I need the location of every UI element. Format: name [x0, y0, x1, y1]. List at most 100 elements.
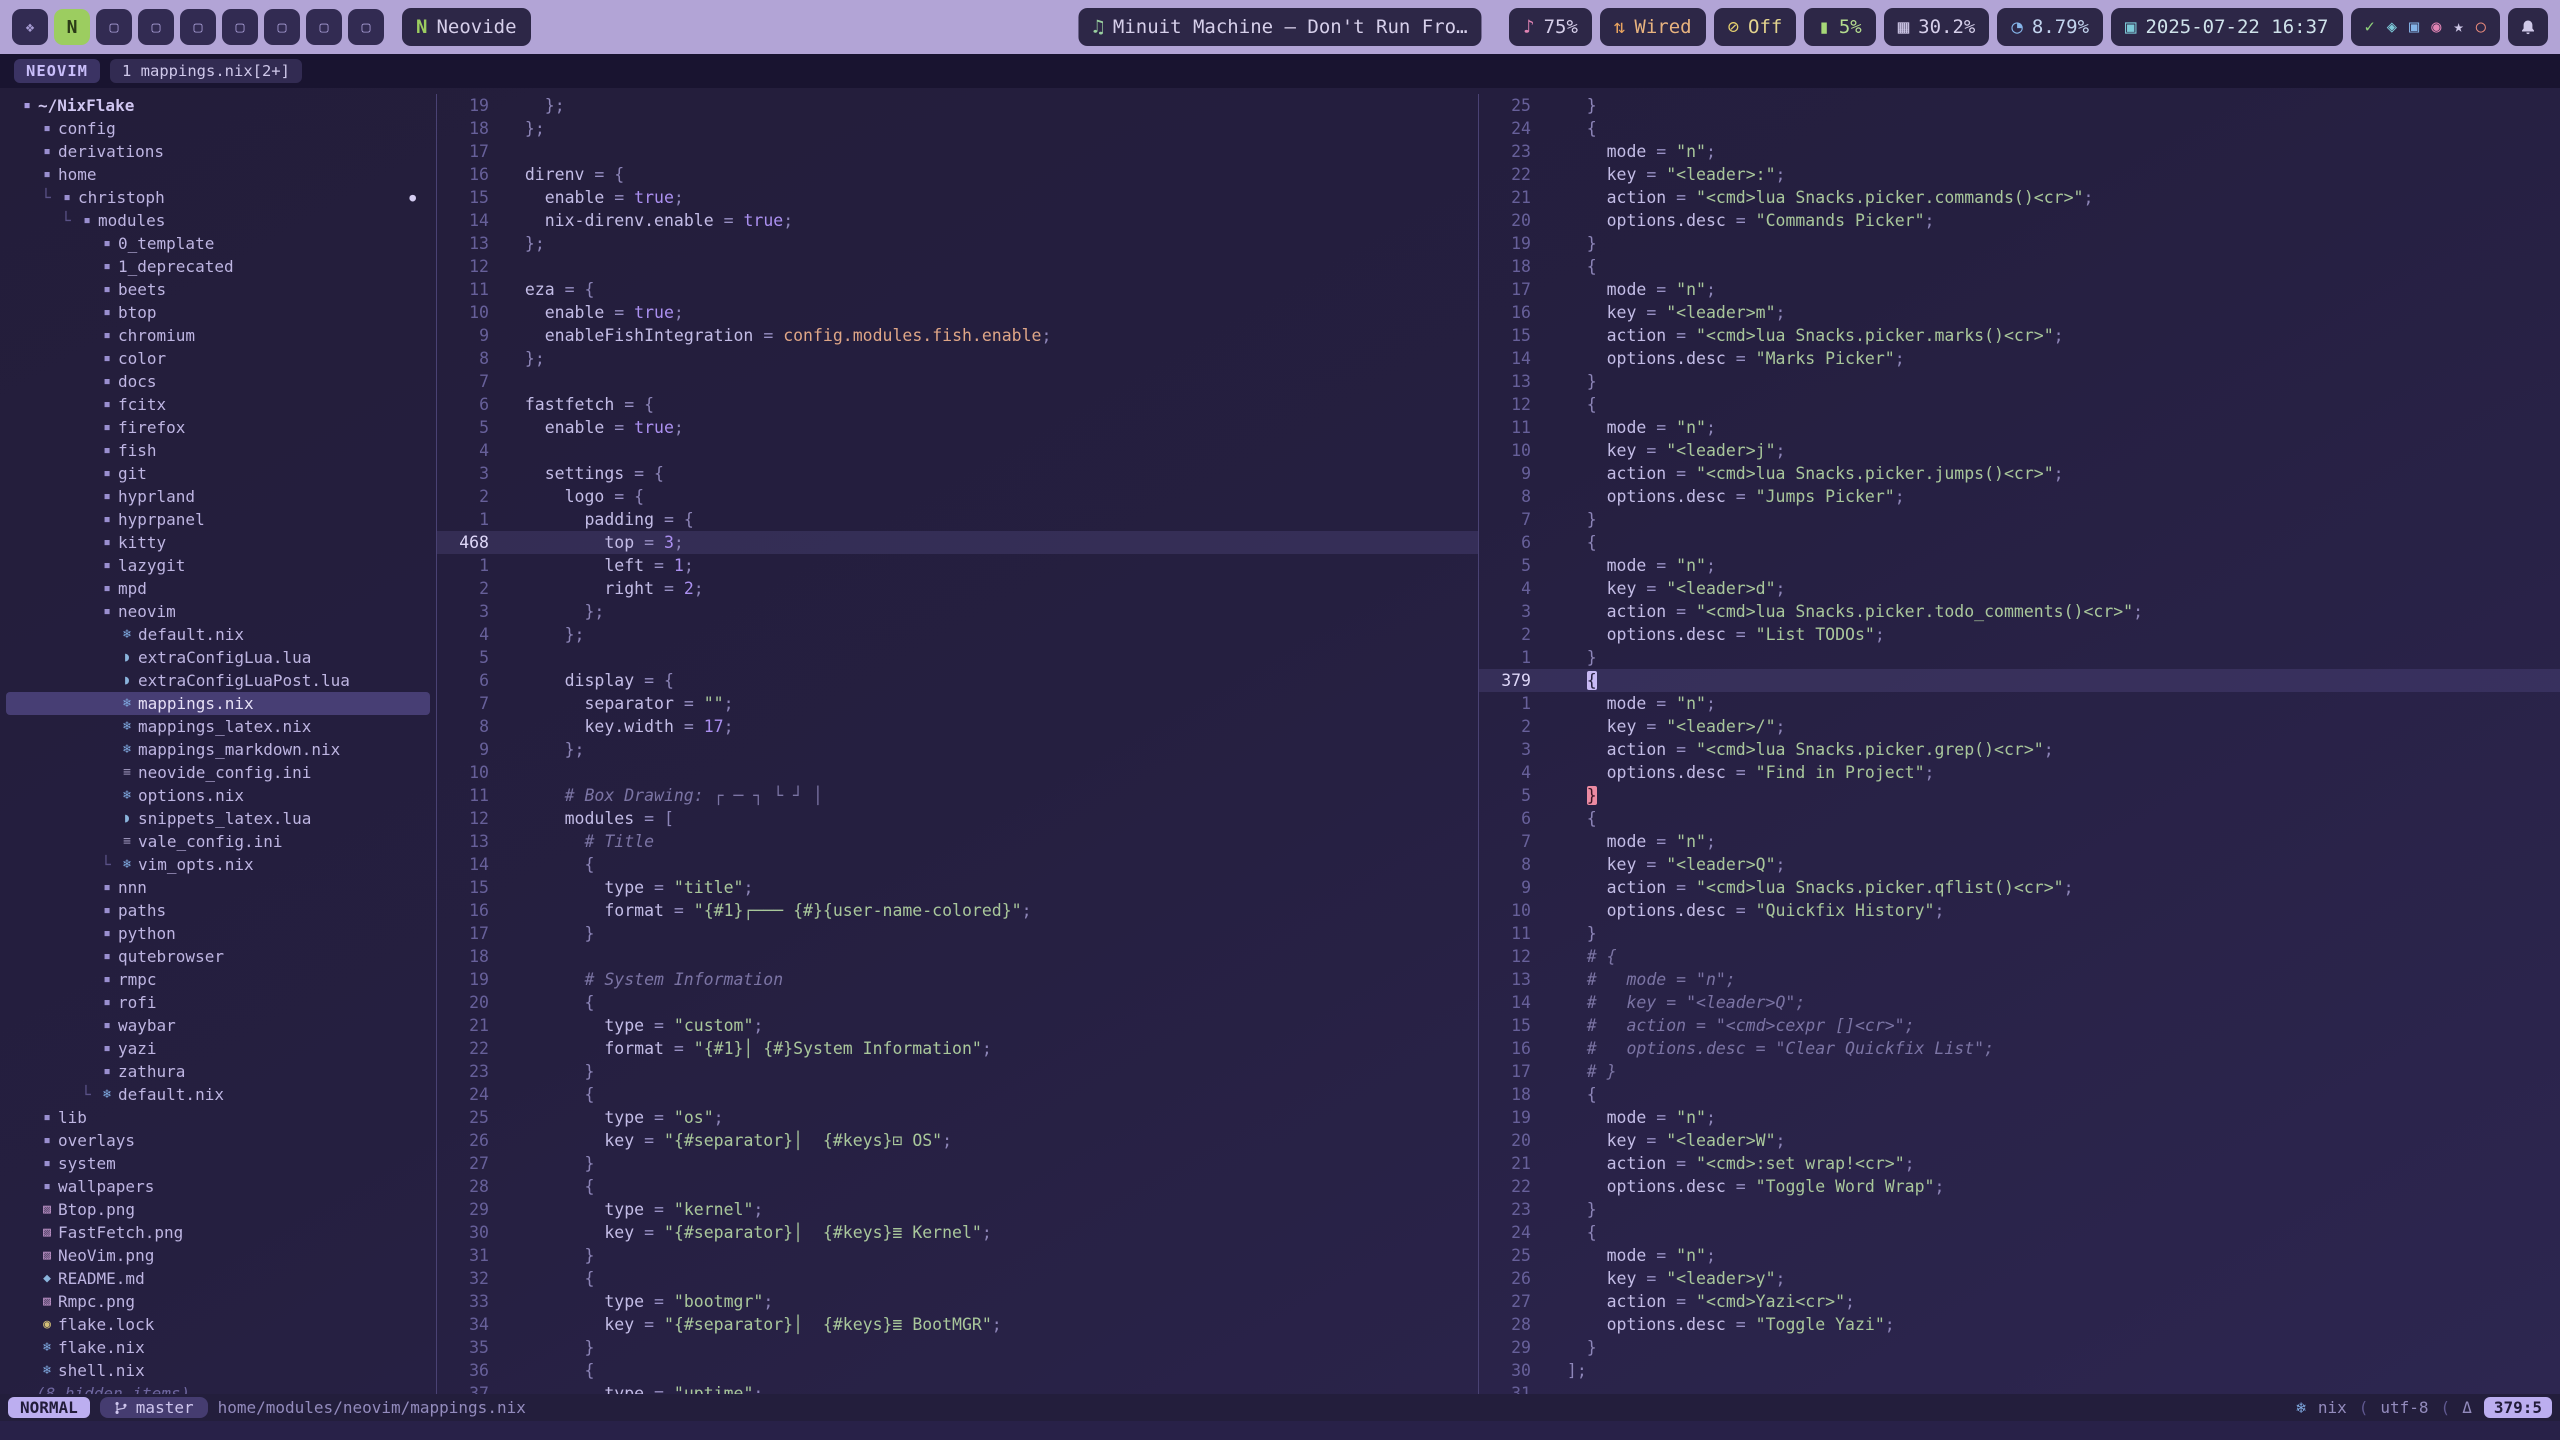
code-line[interactable]: 19 }; [437, 94, 1478, 117]
tree-item-mappings-markdown-nix[interactable]: ❄mappings_markdown.nix [6, 738, 430, 761]
tree-item-home[interactable]: ▪home [6, 163, 430, 186]
code-line[interactable]: 14 nix-direnv.enable = true; [437, 209, 1478, 232]
code-line[interactable]: 17 # } [1479, 1060, 2560, 1083]
code-line[interactable]: 10 options.desc = "Quickfix History"; [1479, 899, 2560, 922]
tree-item-rofi[interactable]: ▪rofi [6, 991, 430, 1014]
code-line[interactable]: 2 logo = { [437, 485, 1478, 508]
tree-item-kitty[interactable]: ▪kitty [6, 531, 430, 554]
code-line[interactable]: 20 options.desc = "Commands Picker"; [1479, 209, 2560, 232]
workspace-neovide[interactable]: N [54, 9, 90, 45]
code-line[interactable]: 3 }; [437, 600, 1478, 623]
code-line[interactable]: 5 mode = "n"; [1479, 554, 2560, 577]
tree-item-flake-lock[interactable]: ◉flake.lock [6, 1313, 430, 1336]
code-line[interactable]: 1 left = 1; [437, 554, 1478, 577]
code-line[interactable]: 14 { [437, 853, 1478, 876]
code-line[interactable]: 7 } [1479, 508, 2560, 531]
notifications-widget[interactable]: ⊘Off [1714, 8, 1797, 46]
tree-item-docs[interactable]: ▪docs [6, 370, 430, 393]
code-line[interactable]: 3 settings = { [437, 462, 1478, 485]
code-line[interactable]: 15 enable = true; [437, 186, 1478, 209]
code-line[interactable]: 18 }; [437, 117, 1478, 140]
code-line[interactable]: 6 { [1479, 531, 2560, 554]
code-line[interactable]: 9 }; [437, 738, 1478, 761]
code-line[interactable]: 8 key.width = 17; [437, 715, 1478, 738]
code-line[interactable]: 15 type = "title"; [437, 876, 1478, 899]
editor-pane-left[interactable]: 19 };18 };1716 direnv = {15 enable = tru… [437, 94, 1479, 1394]
code-line[interactable]: 7 [437, 370, 1478, 393]
tree-item-btop[interactable]: ▪btop [6, 301, 430, 324]
code-line[interactable]: 24 { [437, 1083, 1478, 1106]
code-line[interactable]: 13 # Title [437, 830, 1478, 853]
tree-item-neovim-png[interactable]: ▨NeoVim.png [6, 1244, 430, 1267]
tree-item-snippets-latex-lua[interactable]: ◗snippets_latex.lua [6, 807, 430, 830]
code-line[interactable]: 4 }; [437, 623, 1478, 646]
active-app-pill[interactable]: N Neovide [402, 8, 531, 46]
code-line[interactable]: 12 modules = [ [437, 807, 1478, 830]
tree-item-qutebrowser[interactable]: ▪qutebrowser [6, 945, 430, 968]
workspace-3[interactable]: ▢ [96, 9, 132, 45]
code-line[interactable]: 7 mode = "n"; [1479, 830, 2560, 853]
tree-item-nixflake[interactable]: ▪~/NixFlake [6, 94, 430, 117]
workspace-5[interactable]: ▢ [180, 9, 216, 45]
code-line[interactable]: 17 [437, 140, 1478, 163]
editor-pane-right[interactable]: 25 }24 {23 mode = "n";22 key = "<leader>… [1479, 94, 2560, 1394]
code-line[interactable]: 3 action = "<cmd>lua Snacks.picker.grep(… [1479, 738, 2560, 761]
tree-item-mpd[interactable]: ▪mpd [6, 577, 430, 600]
code-line[interactable]: 5 [437, 646, 1478, 669]
tree-item-extraconfiglua-lua[interactable]: ◗extraConfigLua.lua [6, 646, 430, 669]
code-line[interactable]: 1 padding = { [437, 508, 1478, 531]
notifications-button[interactable] [2508, 8, 2548, 46]
code-line[interactable]: 31 [1479, 1382, 2560, 1394]
code-line[interactable]: 4 [437, 439, 1478, 462]
code-line[interactable]: 23 mode = "n"; [1479, 140, 2560, 163]
code-line[interactable]: 21 action = "<cmd>:set wrap!<cr>"; [1479, 1152, 2560, 1175]
code-line[interactable]: 379 { [1479, 669, 2560, 692]
power-tray-icon[interactable]: ○ [2476, 17, 2486, 37]
tree-item-shell-nix[interactable]: ❄shell.nix [6, 1359, 430, 1382]
code-line[interactable]: 12 { [1479, 393, 2560, 416]
code-line[interactable]: 28 { [437, 1175, 1478, 1198]
tree-item-neovide-config-ini[interactable]: ≡neovide_config.ini [6, 761, 430, 784]
tree-item-firefox[interactable]: ▪firefox [6, 416, 430, 439]
tree-item-flake-nix[interactable]: ❄flake.nix [6, 1336, 430, 1359]
tree-item-color[interactable]: ▪color [6, 347, 430, 370]
tree-item-lazygit[interactable]: ▪lazygit [6, 554, 430, 577]
code-line[interactable]: 9 action = "<cmd>lua Snacks.picker.qflis… [1479, 876, 2560, 899]
tree-item-christoph[interactable]: └▪christoph● [6, 186, 430, 209]
code-line[interactable]: 16 direnv = { [437, 163, 1478, 186]
workspace-4[interactable]: ▢ [138, 9, 174, 45]
code-line[interactable]: 23 } [1479, 1198, 2560, 1221]
workspace-logo[interactable]: ❖ [12, 9, 48, 45]
code-line[interactable]: 13 } [1479, 370, 2560, 393]
code-line[interactable]: 29 } [1479, 1336, 2560, 1359]
workspace-9[interactable]: ▢ [348, 9, 384, 45]
code-line[interactable]: 31 } [437, 1244, 1478, 1267]
shapes-tray-icon[interactable]: ◈ [2387, 17, 2397, 37]
code-line[interactable]: 13 # mode = "n"; [1479, 968, 2560, 991]
tree-item-1-deprecated[interactable]: ▪1_deprecated [6, 255, 430, 278]
volume-widget[interactable]: ♪75% [1509, 8, 1592, 46]
code-line[interactable]: 26 key = "{#separator}│ {#keys}⊡ OS"; [437, 1129, 1478, 1152]
code-line[interactable]: 12 # { [1479, 945, 2560, 968]
tree-item-rmpc[interactable]: ▪rmpc [6, 968, 430, 991]
code-line[interactable]: 16 format = "{#1}┌─── {#}{user-name-colo… [437, 899, 1478, 922]
code-line[interactable]: 29 type = "kernel"; [437, 1198, 1478, 1221]
star-tray-icon[interactable]: ★ [2454, 17, 2464, 37]
code-line[interactable]: 21 type = "custom"; [437, 1014, 1478, 1037]
code-line[interactable]: 6 display = { [437, 669, 1478, 692]
code-line[interactable]: 19 mode = "n"; [1479, 1106, 2560, 1129]
code-line[interactable]: 16 # options.desc = "Clear Quickfix List… [1479, 1037, 2560, 1060]
code-line[interactable]: 22 format = "{#1}│ {#}System Information… [437, 1037, 1478, 1060]
code-line[interactable]: 2 options.desc = "List TODOs"; [1479, 623, 2560, 646]
clock-widget[interactable]: ▣2025-07-22 16:37 [2111, 8, 2342, 46]
tree-item-neovim[interactable]: ▪neovim [6, 600, 430, 623]
tree-item-fastfetch-png[interactable]: ▨FastFetch.png [6, 1221, 430, 1244]
code-line[interactable]: 24 { [1479, 117, 2560, 140]
code-line[interactable]: 11 mode = "n"; [1479, 416, 2560, 439]
code-line[interactable]: 25 mode = "n"; [1479, 1244, 2560, 1267]
code-line[interactable]: 33 type = "bootmgr"; [437, 1290, 1478, 1313]
code-line[interactable]: 8 }; [437, 347, 1478, 370]
disk-usage-widget[interactable]: ◔8.79% [1997, 8, 2103, 46]
tree-item-btop-png[interactable]: ▨Btop.png [6, 1198, 430, 1221]
tree-item-hyprland[interactable]: ▪hyprland [6, 485, 430, 508]
